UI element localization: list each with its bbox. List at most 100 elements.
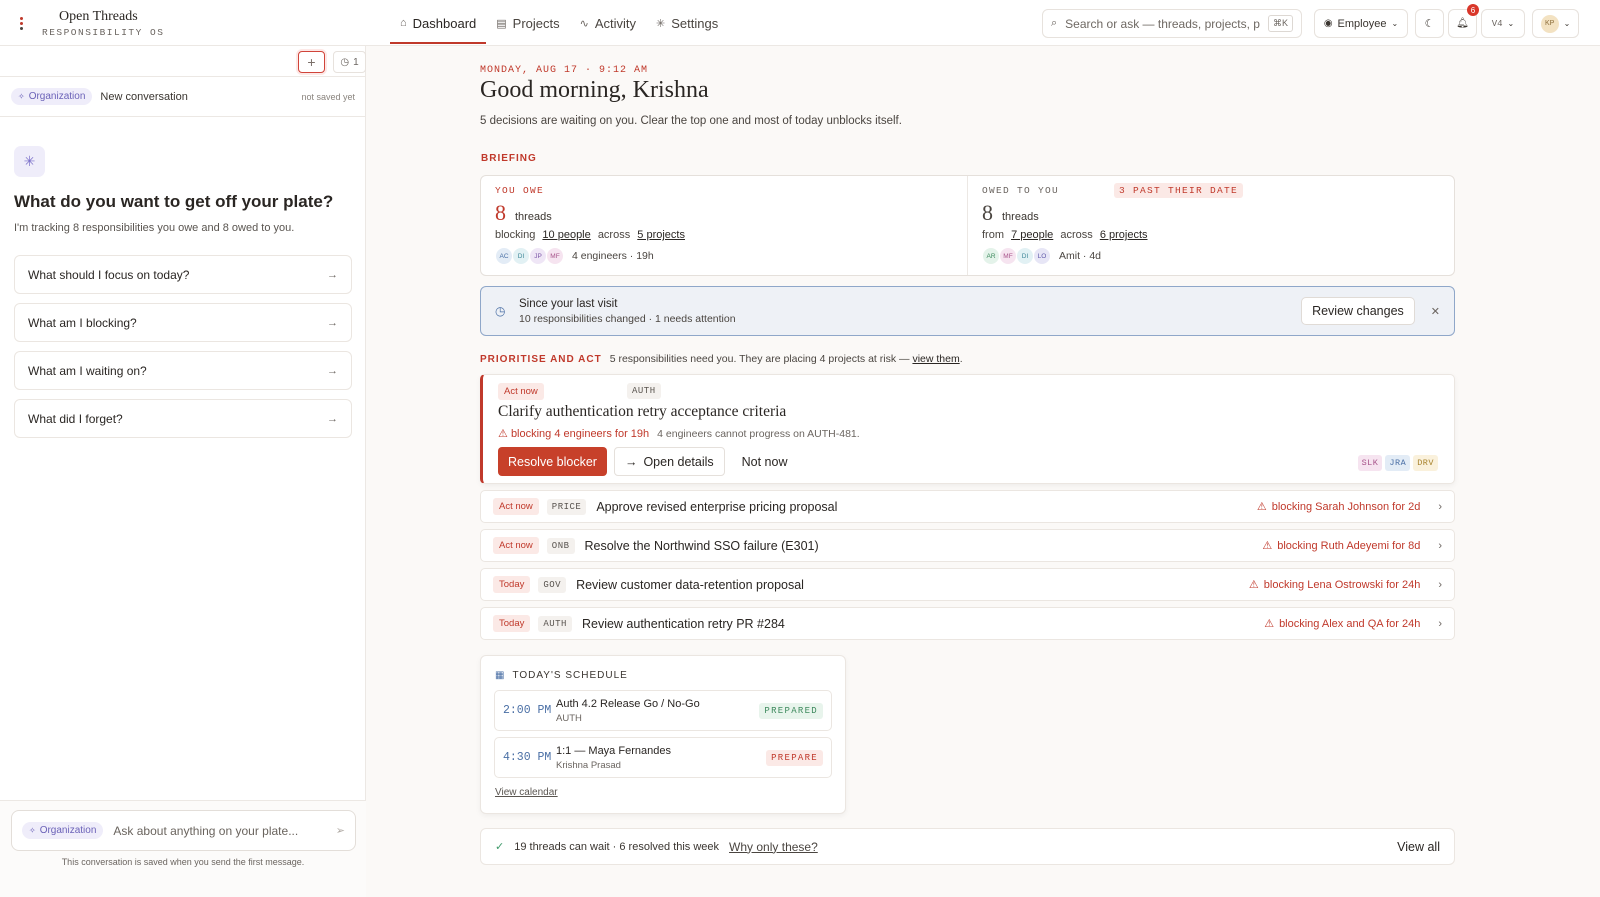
notifications-button[interactable]: 🔔︎ 6: [1448, 4, 1479, 38]
task-title: Clarify authentication retry acceptance …: [498, 403, 787, 420]
nav-dashboard[interactable]: ⌂ Dashboard: [390, 0, 487, 46]
gear-icon: ✳: [656, 17, 666, 30]
assistant-panel: + ◷ 1 ✧ Organization New conversation no…: [0, 46, 366, 897]
prepare-button[interactable]: PREPARE: [766, 749, 823, 766]
projects-link[interactable]: 6 projects: [1100, 229, 1148, 241]
warning-icon: ⚠: [1264, 618, 1275, 630]
chevron-down-icon: ⌄: [1563, 19, 1571, 28]
new-conversation-button[interactable]: +: [298, 51, 325, 73]
composer: ✧ Organization ➢ This conversation is sa…: [0, 800, 366, 897]
scope-chip[interactable]: ✧ Organization: [11, 88, 93, 105]
avatar: LO: [1033, 247, 1051, 265]
send-icon[interactable]: ➢: [336, 824, 345, 837]
nav-settings[interactable]: ✳ Settings: [646, 0, 728, 46]
avatar: AR: [982, 247, 1000, 265]
clock-icon: ◷: [495, 304, 506, 318]
assistant-toolbar: + ◷ 1: [0, 46, 366, 77]
assistant-heading: What do you want to get off your plate?: [14, 192, 334, 211]
conversation-status: not saved yet: [301, 91, 355, 102]
suggestion-button[interactable]: What did I forget? →: [14, 399, 352, 438]
sparkle-icon: ✳: [14, 146, 45, 177]
people-link[interactable]: 7 people: [1011, 229, 1053, 241]
chevron-down-icon: ⌄: [1507, 19, 1515, 28]
avatar-stack: AR MF DI LO Amit · 4d: [982, 247, 1440, 265]
history-button[interactable]: ◷ 1: [333, 51, 366, 73]
task-title: Review authentication retry PR #284: [581, 616, 785, 631]
moon-icon: ☾: [1424, 18, 1435, 30]
chevron-right-icon: ›: [1438, 539, 1442, 552]
suggestion-button[interactable]: What am I waiting on? →: [14, 351, 352, 390]
view-all-button[interactable]: View all: [1397, 840, 1440, 854]
resolve-blocker-button[interactable]: Resolve blocker: [498, 447, 607, 476]
task-actions: Resolve blocker → Open details Not now: [498, 447, 797, 476]
why-only-these-link[interactable]: Why only these?: [729, 840, 818, 854]
schedule-item[interactable]: 2:00 PM Auth 4.2 Release Go / No-Go AUTH…: [494, 690, 832, 731]
app-name: Open Threads: [59, 9, 138, 24]
arrow-right-icon: →: [624, 454, 638, 469]
nav-activity[interactable]: ∿ Activity: [570, 0, 646, 46]
open-details-button[interactable]: → Open details: [613, 447, 725, 476]
you-owe-panel[interactable]: YOU OWE 8 threads blocking 10 people acr…: [481, 176, 967, 275]
status-badge: Today: [493, 615, 531, 632]
not-now-button[interactable]: Not now: [732, 447, 798, 476]
task-row[interactable]: Today AUTH Review authentication retry P…: [480, 607, 1455, 640]
clock-icon: ◷: [340, 56, 350, 68]
suggestion-button[interactable]: What am I blocking? →: [14, 303, 352, 342]
briefing-label: BRIEFING: [481, 153, 537, 164]
search-input[interactable]: [1065, 16, 1260, 31]
top-priority-card[interactable]: Act now AUTH Clarify authentication retr…: [480, 374, 1455, 484]
warning-icon: ⚠: [498, 428, 508, 440]
plus-icon: +: [307, 54, 316, 70]
user-menu[interactable]: KP ⌄: [1532, 9, 1579, 38]
warning-icon: ⚠: [1248, 579, 1259, 591]
task-row[interactable]: Today GOV Review customer data-retention…: [480, 568, 1455, 601]
nav-projects[interactable]: ▤ Projects: [486, 0, 569, 46]
warning-icon: ⚠: [1256, 501, 1267, 513]
calendar-icon: ▦: [495, 670, 506, 681]
home-icon: ⌂: [400, 17, 407, 29]
arrow-right-icon: →: [327, 268, 338, 281]
search-icon: ⌕: [1051, 17, 1058, 29]
version-selector[interactable]: V4 ⌄: [1481, 9, 1525, 38]
search-shortcut: ⌘K: [1267, 15, 1293, 32]
view-calendar-link[interactable]: View calendar: [495, 787, 558, 798]
schedule-header: ▦ TODAY'S SCHEDULE: [495, 670, 628, 681]
schedule-item[interactable]: 4:30 PM 1:1 — Maya Fernandes Krishna Pra…: [494, 737, 832, 778]
avatar: MF: [546, 247, 564, 265]
status-badge: PREPARED: [759, 702, 823, 719]
main-nav: ⌂ Dashboard ▤ Projects ∿ Activity ✳ Sett…: [390, 0, 728, 46]
role-selector[interactable]: ◉ Employee ⌄: [1314, 9, 1408, 38]
briefing-card: YOU OWE 8 threads blocking 10 people acr…: [480, 175, 1455, 276]
suggestion-button[interactable]: What should I focus on today? →: [14, 255, 352, 294]
ask-scope-chip[interactable]: ✧ Organization: [22, 822, 104, 839]
warning-icon: ⚠: [1262, 540, 1273, 552]
date-line: MONDAY, AUG 17 · 9:12 AM: [480, 65, 649, 76]
task-row[interactable]: Act now PRICE Approve revised enterprise…: [480, 490, 1455, 523]
owed-to-you-panel[interactable]: OWED TO YOU 3 PAST THEIR DATE 8 threads …: [967, 176, 1454, 275]
task-row[interactable]: Act now ONB Resolve the Northwind SSO fa…: [480, 529, 1455, 562]
projects-link[interactable]: 5 projects: [637, 229, 685, 241]
avatar: KP: [1540, 14, 1559, 33]
ask-box[interactable]: ✧ Organization ➢: [11, 810, 356, 851]
notification-badge: 6: [1467, 4, 1479, 16]
owed-meta: from 7 people across 6 projects: [982, 229, 1148, 241]
bell-icon: 🔔︎: [1456, 18, 1469, 29]
theme-toggle[interactable]: ☾: [1415, 9, 1444, 38]
people-link[interactable]: 10 people: [542, 229, 590, 241]
status-badge: Act now: [493, 498, 539, 515]
chevron-down-icon: ⌄: [1391, 19, 1399, 28]
slack-source-badge[interactable]: SLK: [1357, 455, 1383, 471]
greeting-subtext: 5 decisions are waiting on you. Clear th…: [480, 115, 902, 127]
ask-input[interactable]: [113, 823, 326, 838]
can-wait-bar: ✓ 19 threads can wait · 6 resolved this …: [480, 828, 1455, 865]
dashboard-main: MONDAY, AUG 17 · 9:12 AM Good morning, K…: [367, 46, 1600, 897]
app-menu-icon[interactable]: [20, 17, 24, 32]
close-icon[interactable]: ✕: [1431, 305, 1440, 318]
jira-source-badge[interactable]: JRA: [1385, 455, 1411, 471]
check-icon: ✓: [495, 841, 505, 853]
review-changes-button[interactable]: Review changes: [1301, 297, 1415, 325]
drive-source-badge[interactable]: DRV: [1413, 455, 1438, 471]
view-them-link[interactable]: view them: [912, 353, 959, 365]
task-title: Resolve the Northwind SSO failure (E301): [584, 538, 819, 553]
search-bar[interactable]: ⌕ ⌘K: [1042, 9, 1302, 38]
